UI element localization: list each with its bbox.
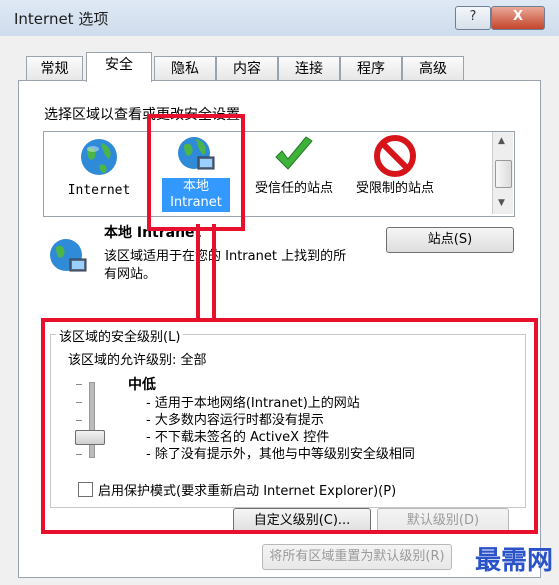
title-bar: Internet 选项 ? X — [0, 0, 559, 37]
sites-button[interactable]: 站点(S) — [386, 227, 514, 253]
tab-advanced[interactable]: 高级 — [402, 56, 464, 81]
tab-security[interactable]: 安全 — [86, 52, 152, 82]
selected-zone-description: 该区域适用于在您的 Intranet 上找到的所有网站。 — [104, 249, 347, 282]
close-button[interactable]: X — [491, 6, 545, 30]
zone-trusted-sites[interactable]: 受信任的站点 — [250, 133, 338, 213]
annotation-connector — [196, 224, 200, 318]
tab-programs[interactable]: 程序 — [340, 56, 402, 81]
globe-icon — [81, 139, 117, 175]
zone-internet[interactable]: Internet — [60, 133, 138, 213]
zone-restricted-sites[interactable]: 受限制的站点 — [350, 133, 440, 213]
tab-privacy[interactable]: 隐私 — [154, 56, 216, 81]
zone-internet-label: Internet — [67, 183, 131, 198]
tab-content[interactable]: 内容 — [216, 56, 278, 81]
scroll-thumb[interactable] — [495, 160, 512, 188]
window-title: Internet 选项 — [14, 10, 109, 28]
watermark: 最需网 — [474, 546, 553, 576]
annotation-connector — [212, 224, 216, 318]
annotation-highlight-security — [41, 318, 538, 534]
tab-connections[interactable]: 连接 — [278, 56, 340, 81]
zone-restricted-label: 受限制的站点 — [355, 181, 434, 196]
annotation-highlight-zone — [147, 114, 245, 231]
check-icon — [275, 136, 313, 170]
scroll-down-arrow-icon[interactable]: ▼ — [498, 198, 505, 208]
zone-trusted-label: 受信任的站点 — [254, 181, 333, 196]
reset-all-zones-button[interactable]: 将所有区域重置为默认级别(R) — [262, 544, 452, 570]
no-entry-icon — [374, 135, 416, 177]
selected-zone-icon — [50, 239, 87, 272]
help-button[interactable]: ? — [455, 6, 491, 30]
tab-general[interactable]: 常规 — [26, 56, 83, 81]
zone-list-scrollbar[interactable]: ▲ ▼ — [492, 132, 513, 214]
scroll-up-arrow-icon[interactable]: ▲ — [498, 136, 505, 146]
